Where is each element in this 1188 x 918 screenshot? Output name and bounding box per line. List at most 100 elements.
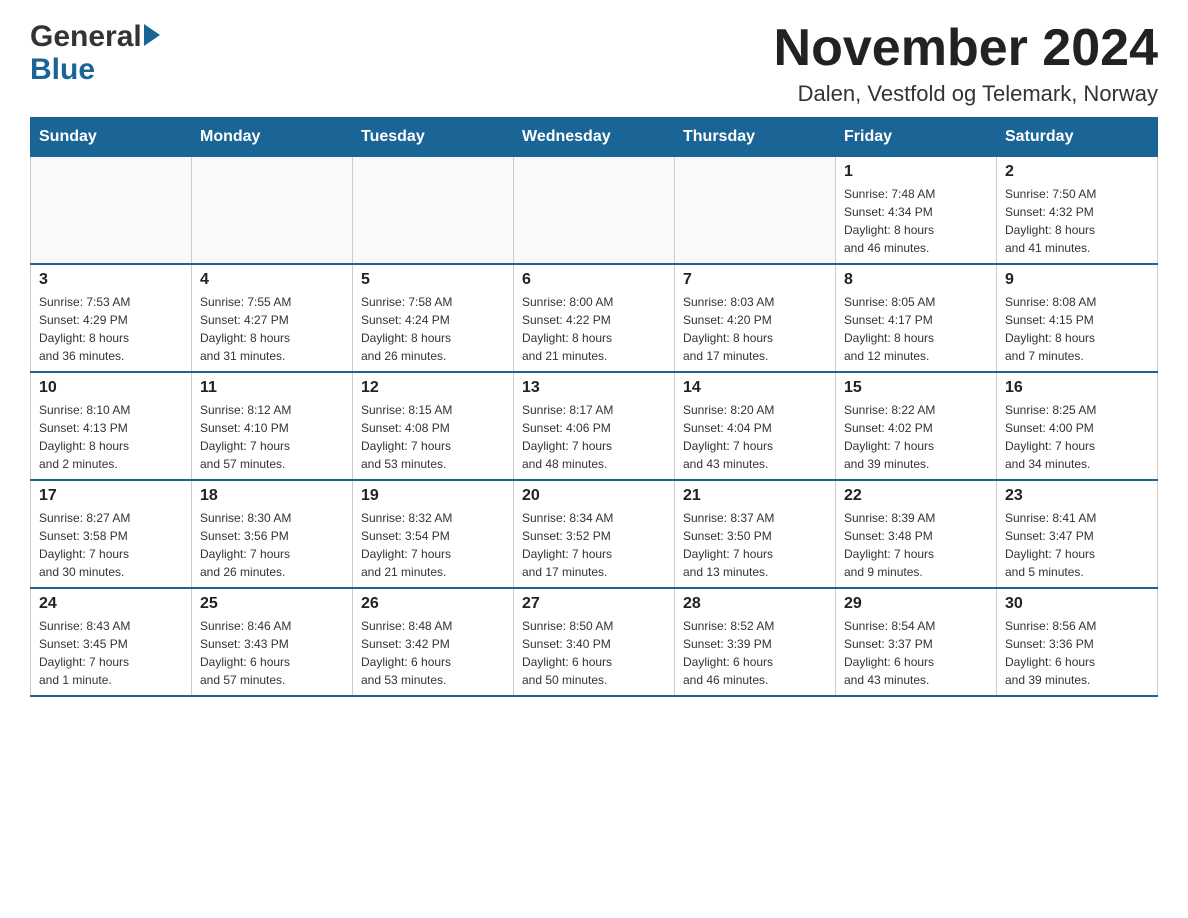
calendar-cell: 13 Sunrise: 8:17 AM Sunset: 4:06 PM Dayli… xyxy=(514,372,675,480)
day-number: 30 xyxy=(1005,595,1149,613)
day-number: 20 xyxy=(522,487,666,505)
calendar-cell xyxy=(31,157,192,265)
logo-blue-text: Blue xyxy=(30,53,95,86)
day-info: Sunrise: 8:25 AM Sunset: 4:00 PM Dayligh… xyxy=(1005,401,1149,473)
day-info: Sunrise: 8:27 AM Sunset: 3:58 PM Dayligh… xyxy=(39,509,183,581)
day-info: Sunrise: 8:54 AM Sunset: 3:37 PM Dayligh… xyxy=(844,617,988,689)
logo-chevron-icon xyxy=(144,24,160,46)
day-number: 9 xyxy=(1005,271,1149,289)
logo-general-text: General xyxy=(30,20,142,53)
day-info: Sunrise: 8:37 AM Sunset: 3:50 PM Dayligh… xyxy=(683,509,827,581)
calendar-cell: 16 Sunrise: 8:25 AM Sunset: 4:00 PM Dayli… xyxy=(997,372,1158,480)
day-info: Sunrise: 8:50 AM Sunset: 3:40 PM Dayligh… xyxy=(522,617,666,689)
day-info: Sunrise: 8:22 AM Sunset: 4:02 PM Dayligh… xyxy=(844,401,988,473)
day-info: Sunrise: 7:55 AM Sunset: 4:27 PM Dayligh… xyxy=(200,293,344,365)
day-number: 21 xyxy=(683,487,827,505)
calendar-cell: 3 Sunrise: 7:53 AM Sunset: 4:29 PM Daylig… xyxy=(31,264,192,372)
day-number: 13 xyxy=(522,379,666,397)
day-info: Sunrise: 8:39 AM Sunset: 3:48 PM Dayligh… xyxy=(844,509,988,581)
calendar-cell: 20 Sunrise: 8:34 AM Sunset: 3:52 PM Dayli… xyxy=(514,480,675,588)
weekday-header-sunday: Sunday xyxy=(31,118,192,157)
day-info: Sunrise: 7:53 AM Sunset: 4:29 PM Dayligh… xyxy=(39,293,183,365)
calendar-cell xyxy=(675,157,836,265)
calendar-cell: 12 Sunrise: 8:15 AM Sunset: 4:08 PM Dayli… xyxy=(353,372,514,480)
day-info: Sunrise: 8:56 AM Sunset: 3:36 PM Dayligh… xyxy=(1005,617,1149,689)
calendar-header-row: SundayMondayTuesdayWednesdayThursdayFrid… xyxy=(31,118,1158,157)
weekday-header-tuesday: Tuesday xyxy=(353,118,514,157)
day-number: 8 xyxy=(844,271,988,289)
calendar-cell: 23 Sunrise: 8:41 AM Sunset: 3:47 PM Dayli… xyxy=(997,480,1158,588)
day-number: 15 xyxy=(844,379,988,397)
calendar-cell: 17 Sunrise: 8:27 AM Sunset: 3:58 PM Dayli… xyxy=(31,480,192,588)
calendar-cell: 26Sunrise: 8:48 AM Sunset: 3:42 PM Dayli… xyxy=(353,588,514,696)
weekday-header-monday: Monday xyxy=(192,118,353,157)
day-info: Sunrise: 8:46 AM Sunset: 3:43 PM Dayligh… xyxy=(200,617,344,689)
day-number: 16 xyxy=(1005,379,1149,397)
day-number: 27 xyxy=(522,595,666,613)
calendar-week-row: 3 Sunrise: 7:53 AM Sunset: 4:29 PM Daylig… xyxy=(31,264,1158,372)
day-number: 7 xyxy=(683,271,827,289)
calendar-cell: 30 Sunrise: 8:56 AM Sunset: 3:36 PM Dayli… xyxy=(997,588,1158,696)
calendar-cell: 18 Sunrise: 8:30 AM Sunset: 3:56 PM Dayli… xyxy=(192,480,353,588)
calendar-subtitle: Dalen, Vestfold og Telemark, Norway xyxy=(774,81,1158,107)
calendar-table: SundayMondayTuesdayWednesdayThursdayFrid… xyxy=(30,117,1158,697)
day-info: Sunrise: 8:43 AM Sunset: 3:45 PM Dayligh… xyxy=(39,617,183,689)
day-number: 3 xyxy=(39,271,183,289)
calendar-title-area: November 2024 Dalen, Vestfold og Telemar… xyxy=(774,20,1158,107)
day-info: Sunrise: 8:10 AM Sunset: 4:13 PM Dayligh… xyxy=(39,401,183,473)
day-info: Sunrise: 8:00 AM Sunset: 4:22 PM Dayligh… xyxy=(522,293,666,365)
calendar-cell xyxy=(192,157,353,265)
day-number: 10 xyxy=(39,379,183,397)
day-info: Sunrise: 7:58 AM Sunset: 4:24 PM Dayligh… xyxy=(361,293,505,365)
calendar-cell: 25 Sunrise: 8:46 AM Sunset: 3:43 PM Dayli… xyxy=(192,588,353,696)
day-number: 29 xyxy=(844,595,988,613)
day-number: 6 xyxy=(522,271,666,289)
day-number: 28 xyxy=(683,595,827,613)
calendar-cell: 19 Sunrise: 8:32 AM Sunset: 3:54 PM Dayli… xyxy=(353,480,514,588)
calendar-cell: 15 Sunrise: 8:22 AM Sunset: 4:02 PM Dayli… xyxy=(836,372,997,480)
calendar-cell: 9 Sunrise: 8:08 AM Sunset: 4:15 PM Daylig… xyxy=(997,264,1158,372)
calendar-week-row: 1 Sunrise: 7:48 AM Sunset: 4:34 PM Daylig… xyxy=(31,157,1158,265)
day-number: 23 xyxy=(1005,487,1149,505)
day-number: 1 xyxy=(844,163,988,181)
day-info: Sunrise: 8:41 AM Sunset: 3:47 PM Dayligh… xyxy=(1005,509,1149,581)
day-number: 19 xyxy=(361,487,505,505)
day-info: Sunrise: 8:34 AM Sunset: 3:52 PM Dayligh… xyxy=(522,509,666,581)
day-info: Sunrise: 7:48 AM Sunset: 4:34 PM Dayligh… xyxy=(844,185,988,257)
calendar-cell: 1 Sunrise: 7:48 AM Sunset: 4:34 PM Daylig… xyxy=(836,157,997,265)
day-number: 25 xyxy=(200,595,344,613)
day-number: 12 xyxy=(361,379,505,397)
weekday-header-friday: Friday xyxy=(836,118,997,157)
calendar-cell: 4Sunrise: 7:55 AM Sunset: 4:27 PM Daylig… xyxy=(192,264,353,372)
day-info: Sunrise: 8:32 AM Sunset: 3:54 PM Dayligh… xyxy=(361,509,505,581)
logo: General Blue xyxy=(30,20,160,86)
day-info: Sunrise: 8:15 AM Sunset: 4:08 PM Dayligh… xyxy=(361,401,505,473)
calendar-week-row: 10 Sunrise: 8:10 AM Sunset: 4:13 PM Dayli… xyxy=(31,372,1158,480)
calendar-cell: 6 Sunrise: 8:00 AM Sunset: 4:22 PM Daylig… xyxy=(514,264,675,372)
day-number: 11 xyxy=(200,379,344,397)
page-header: General Blue November 2024 Dalen, Vestfo… xyxy=(30,20,1158,107)
calendar-cell: 5 Sunrise: 7:58 AM Sunset: 4:24 PM Daylig… xyxy=(353,264,514,372)
day-number: 2 xyxy=(1005,163,1149,181)
calendar-cell: 28 Sunrise: 8:52 AM Sunset: 3:39 PM Dayli… xyxy=(675,588,836,696)
calendar-week-row: 17 Sunrise: 8:27 AM Sunset: 3:58 PM Dayli… xyxy=(31,480,1158,588)
calendar-cell: 10 Sunrise: 8:10 AM Sunset: 4:13 PM Dayli… xyxy=(31,372,192,480)
day-info: Sunrise: 8:30 AM Sunset: 3:56 PM Dayligh… xyxy=(200,509,344,581)
day-info: Sunrise: 8:52 AM Sunset: 3:39 PM Dayligh… xyxy=(683,617,827,689)
calendar-cell: 7 Sunrise: 8:03 AM Sunset: 4:20 PM Daylig… xyxy=(675,264,836,372)
day-info: Sunrise: 8:48 AM Sunset: 3:42 PM Dayligh… xyxy=(361,617,505,689)
calendar-cell: 11 Sunrise: 8:12 AM Sunset: 4:10 PM Dayli… xyxy=(192,372,353,480)
calendar-cell: 2Sunrise: 7:50 AM Sunset: 4:32 PM Daylig… xyxy=(997,157,1158,265)
calendar-cell: 14Sunrise: 8:20 AM Sunset: 4:04 PM Dayli… xyxy=(675,372,836,480)
calendar-cell: 21 Sunrise: 8:37 AM Sunset: 3:50 PM Dayli… xyxy=(675,480,836,588)
day-info: Sunrise: 8:08 AM Sunset: 4:15 PM Dayligh… xyxy=(1005,293,1149,365)
day-info: Sunrise: 8:03 AM Sunset: 4:20 PM Dayligh… xyxy=(683,293,827,365)
day-number: 17 xyxy=(39,487,183,505)
day-number: 18 xyxy=(200,487,344,505)
calendar-cell: 8Sunrise: 8:05 AM Sunset: 4:17 PM Daylig… xyxy=(836,264,997,372)
calendar-cell: 29 Sunrise: 8:54 AM Sunset: 3:37 PM Dayli… xyxy=(836,588,997,696)
day-info: Sunrise: 8:12 AM Sunset: 4:10 PM Dayligh… xyxy=(200,401,344,473)
day-info: Sunrise: 8:17 AM Sunset: 4:06 PM Dayligh… xyxy=(522,401,666,473)
day-number: 5 xyxy=(361,271,505,289)
calendar-cell: 27 Sunrise: 8:50 AM Sunset: 3:40 PM Dayli… xyxy=(514,588,675,696)
